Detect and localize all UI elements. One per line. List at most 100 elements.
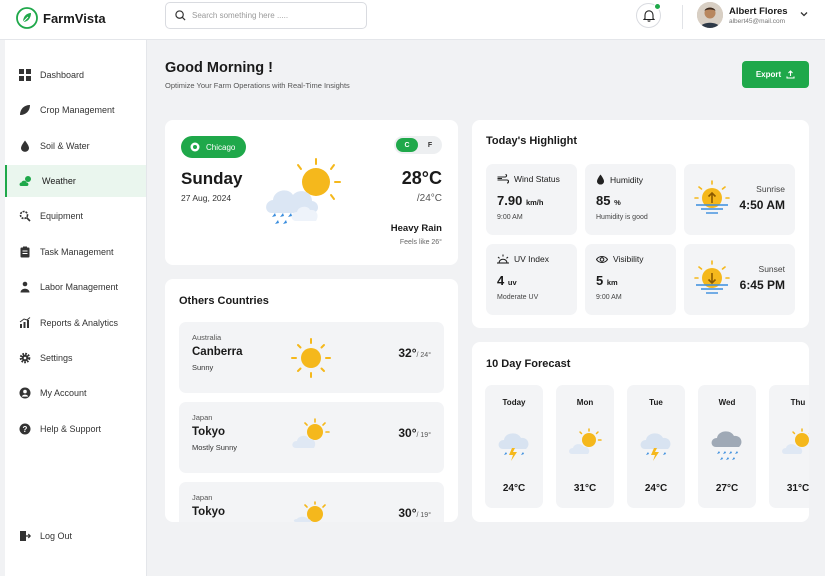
wind-speed: 7.90 [497,193,523,208]
forecast-day-card[interactable]: Thu 31°C [769,385,809,508]
sidebar-item-crop-management[interactable]: Crop Management [5,94,146,126]
humidity-note: Humidity is good [596,214,648,221]
sidebar-item-task-management[interactable]: Task Management [5,236,146,268]
sidebar-item-weather[interactable]: Weather [5,165,146,197]
visibility-tile: Visibility 5 km 9:00 AM [585,244,676,315]
low-temperature: /24°C [416,193,442,204]
wind-unit: km/h [525,198,544,207]
forecast-day-card[interactable]: Wed 27°C [698,385,756,508]
partly-sunny-icon [293,501,326,522]
notification-dot [654,3,661,10]
humidity-value: 85 % [596,193,621,208]
gear-search-icon [19,210,31,222]
header-divider [682,5,683,29]
humidity-tile: Humidity 85 % Humidity is good [585,164,676,235]
avatar[interactable] [697,2,723,28]
chevron-down-icon[interactable] [799,9,809,19]
sidebar-item-help-support[interactable]: ? Help & Support [5,413,146,445]
location-label: Chicago [206,142,236,152]
sidebar-item-label: My Account [40,388,87,398]
search-box[interactable] [165,2,367,29]
sidebar-item-reports-analytics[interactable]: Reports & Analytics [5,307,146,339]
highlight-title: Today's Highlight [486,135,578,147]
forecast-day-card[interactable]: Tue 24°C [627,385,685,508]
uv-sun-icon [497,254,509,264]
sidebar-item-label: Dashboard [40,70,85,80]
city-temp-high: 30° [398,506,417,520]
sidebar-item-labor-management[interactable]: Labor Management [5,271,146,303]
uv-index-tile: UV Index 4 uv Moderate UV [486,244,577,315]
city-card[interactable]: Japan Tokyo Mostly Sunny 30°/ 19° [179,402,444,473]
clipboard-icon [20,246,30,258]
forecast-temperature: 31°C [573,483,597,494]
search-input[interactable] [192,11,352,20]
sunrise-tile: Sunrise 4:50 AM [684,164,795,235]
sidebar-item-soil-water[interactable]: Soil & Water [5,130,146,162]
forecast-day-card[interactable]: Today 24°C [485,385,543,508]
country-name: Australia [192,333,222,342]
visibility-time: 9:00 AM [596,294,622,301]
feels-like: Feels like 26° [399,239,442,246]
svg-text:?: ? [23,425,28,434]
visibility-label: Visibility [613,254,644,264]
sidebar-item-dashboard[interactable]: Dashboard [5,59,146,91]
forecast-temperature: 24°C [644,483,668,494]
wind-status-label: Wind Status [514,174,560,184]
city-temperature: 32°/ 24° [398,346,431,360]
people-icon [20,281,30,293]
city-card[interactable]: Australia Canberra Sunny 32°/ 24° [179,322,444,393]
wind-status-heading: Wind Status [497,174,560,184]
uv-unit: uv [507,278,517,287]
forecast-temperature: 27°C [715,483,739,494]
sidebar-item-equipment[interactable]: Equipment [5,200,146,232]
sidebar-item-label: Crop Management [40,105,115,115]
sunset-label: Sunset [758,264,785,274]
visibility-unit: km [606,278,618,287]
city-condition: Mostly Sunny [192,443,238,452]
current-temperature: 28°C [401,168,442,188]
export-button[interactable]: Export [742,61,809,88]
location-selector[interactable]: Chicago [181,136,247,158]
storm-icon [498,433,529,461]
sidebar-item-my-account[interactable]: My Account [5,377,146,409]
sunrise-time: 4:50 AM [739,198,785,212]
sunset-time: 6:45 PM [739,278,785,292]
partly-sunny-icon [569,428,602,454]
forecast-day: Thu [790,398,806,407]
wind-status-value: 7.90 km/h [497,193,543,208]
city-card[interactable]: Japan Tokyo 30°/ 19° [179,482,444,522]
sidebar-item-settings[interactable]: Settings [5,342,146,374]
forecast-temperature: 24°C [502,483,526,494]
country-name: Japan [192,493,213,502]
sunset-tile: Sunset 6:45 PM [684,244,795,315]
sidebar-item-label: Equipment [40,211,84,221]
logout-button[interactable]: Log Out [5,520,146,552]
sidebar-item-label: Reports & Analytics [40,318,119,328]
sidebar-item-label: Soil & Water [40,141,90,151]
city-temp-low: / 19° [416,512,431,519]
drop-icon [597,174,604,185]
unit-celsius-button[interactable]: C [396,138,418,152]
forecast-temperature: 31°C [786,483,809,494]
sunrise-icon [694,180,730,214]
city-temperature: 30°/ 19° [398,426,431,440]
country-name: Japan [192,413,213,422]
unit-fahrenheit-button[interactable]: F [420,138,440,152]
logout-label: Log Out [40,531,73,541]
uv-index-value: 4 uv [497,273,517,288]
other-countries-title: Others Countries [179,295,269,307]
brand-logo[interactable]: FarmVista [16,7,106,29]
sun-icon [291,338,331,378]
city-name: Tokyo [192,506,226,518]
user-name: Albert Flores [729,6,788,17]
gear-icon [19,352,31,364]
forecast-day-card[interactable]: Mon 31°C [556,385,614,508]
humidity-unit: % [614,198,621,207]
visibility-number: 5 [596,273,604,288]
help-icon: ? [19,423,31,435]
sidebar-item-label: Task Management [40,247,114,257]
sunrise-label: Sunrise [756,184,785,194]
notification-button[interactable] [636,3,661,28]
page-title: Good Morning ! [165,60,273,76]
avatar-photo [697,2,723,28]
